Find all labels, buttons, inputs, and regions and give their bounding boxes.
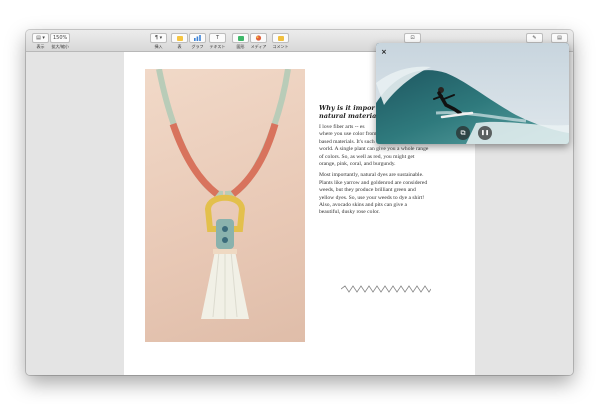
paragraph-2: Most importantly, natural dyes are susta… xyxy=(319,172,459,216)
view-label: 表示 xyxy=(36,44,45,49)
picture-in-picture-window[interactable]: × ⧉ ❚❚ xyxy=(376,43,569,144)
collaborate-button[interactable]: ⊡ xyxy=(404,33,421,43)
comment-icon xyxy=(272,33,289,43)
collaborate-icon: ⊡ xyxy=(404,33,421,43)
chart-label: グラフ xyxy=(191,44,204,49)
para1-line: world. A single plant can give you a who… xyxy=(319,146,429,153)
table-label: 表 xyxy=(177,44,182,49)
chart-icon xyxy=(189,33,206,43)
format-button[interactable]: ✎ xyxy=(526,33,543,43)
table-button[interactable]: 表 xyxy=(171,33,188,49)
zoom-label: 拡大/縮小 xyxy=(51,44,69,49)
necklace-image[interactable] xyxy=(145,69,305,342)
para2-line: Plants like yarrow and goldenrod are con… xyxy=(319,179,428,186)
sidebar-view-icon: ▤ ▾ xyxy=(32,33,49,43)
pip-restore-icon: ⧉ xyxy=(460,129,466,137)
surfer-video xyxy=(376,43,569,144)
paragraph-icon: ¶ ▾ xyxy=(150,33,167,43)
text-button[interactable]: T テキスト xyxy=(209,33,226,49)
zoom-button[interactable]: 150% 拡大/縮小 xyxy=(50,33,71,49)
para1-line: orange, pink, coral, and burgundy. xyxy=(319,161,396,168)
para2-line: yellow dyes. So, use your weeds to dye a… xyxy=(319,194,425,201)
media-icon xyxy=(250,33,267,43)
insert-button[interactable]: ¶ ▾ 挿入 xyxy=(150,33,167,49)
comment-label: コメント xyxy=(272,44,289,49)
view-button[interactable]: ▤ ▾ 表示 xyxy=(32,33,49,49)
necklace-illustration xyxy=(156,69,291,319)
shape-label: 図形 xyxy=(236,44,245,49)
text-icon: T xyxy=(209,33,226,43)
shape-button[interactable]: 図形 xyxy=(232,33,249,49)
para2-line: weeds, but they produce brilliant green … xyxy=(319,187,416,194)
media-button[interactable]: メディア xyxy=(250,33,267,49)
paintbrush-icon: ✎ xyxy=(526,33,543,43)
pip-close-icon[interactable]: × xyxy=(381,49,387,56)
para2-line: Most importantly, natural dyes are susta… xyxy=(319,172,424,179)
document-icon: ▤ xyxy=(551,33,568,43)
document-button[interactable]: ▤ xyxy=(551,33,568,43)
decorative-squiggle xyxy=(341,285,431,293)
para1-line: of colors. So, as well as red, you might… xyxy=(319,153,415,160)
left-canvas-margin xyxy=(26,52,124,375)
pip-pause-button[interactable]: ❚❚ xyxy=(478,126,492,140)
insert-label: 挿入 xyxy=(154,44,163,49)
pip-restore-button[interactable]: ⧉ xyxy=(456,126,470,140)
chart-button[interactable]: グラフ xyxy=(189,33,206,49)
media-label: メディア xyxy=(250,44,267,49)
para2-line: beautiful, dusky rose color. xyxy=(319,209,380,216)
comment-button[interactable]: コメント xyxy=(272,33,289,49)
text-label: テキスト xyxy=(209,44,226,49)
pause-icon: ❚❚ xyxy=(480,130,490,136)
shape-icon xyxy=(232,33,249,43)
table-icon xyxy=(171,33,188,43)
zoom-value: 150% xyxy=(50,33,71,43)
